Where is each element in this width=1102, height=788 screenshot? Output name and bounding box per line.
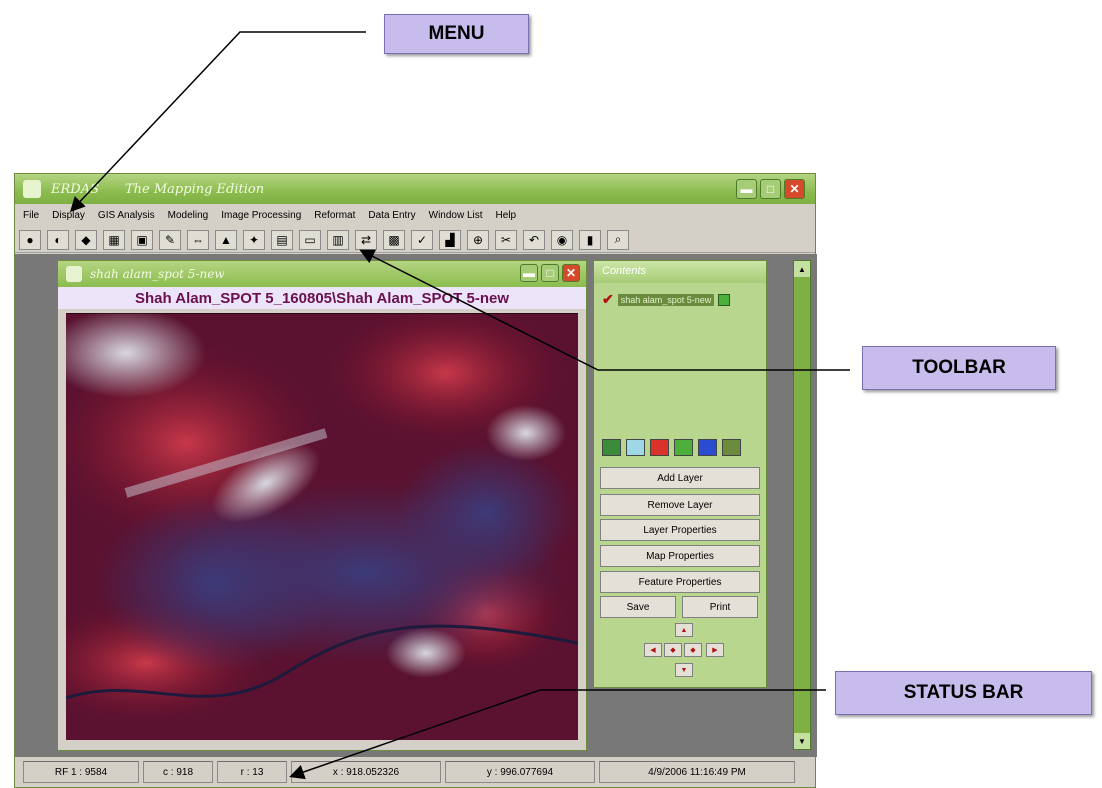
menu-modeling[interactable]: Modeling bbox=[168, 210, 209, 221]
scroll-up-icon[interactable]: ▲ bbox=[794, 261, 810, 277]
open-folder-icon[interactable]: ◐ bbox=[47, 229, 69, 250]
move-icon[interactable]: ✦ bbox=[243, 229, 265, 250]
zoom-in-icon[interactable]: ◆ bbox=[664, 643, 682, 657]
toolbar: ● ◐ ◆ ▦ ▣ ✎ ⇔ ▲ ✦ ▤ ▭ ▥ ⇄ ▩ ✓ ▟ ⊕ ✂ ↶ ◉ ▮ ⌕ bbox=[15, 227, 815, 253]
map-icon[interactable]: ▥ bbox=[327, 229, 349, 250]
navigation-pad: ▲ ◀ ◆ ◆ ▶ ▼ bbox=[644, 623, 724, 681]
image-caption: Shah Alam_SPOT 5_160805\Shah Alam_SPOT 5… bbox=[58, 287, 586, 309]
color-swatch-0[interactable] bbox=[602, 439, 621, 456]
color-swatch-4[interactable] bbox=[698, 439, 717, 456]
viewer-minimize-icon[interactable]: ▬ bbox=[520, 264, 538, 282]
undo-icon[interactable]: ↶ bbox=[523, 229, 545, 250]
color-swatch-1[interactable] bbox=[626, 439, 645, 456]
checkmark-icon[interactable]: ✔ bbox=[602, 291, 614, 308]
viewer-title: shah alam_spot 5-new bbox=[90, 267, 225, 281]
satellite-image[interactable] bbox=[66, 313, 578, 740]
toolbar-callout: TOOLBAR bbox=[862, 346, 1056, 390]
menu-image-processing[interactable]: Image Processing bbox=[221, 210, 301, 221]
remove-layer-button[interactable]: Remove Layer bbox=[600, 494, 760, 516]
menu-gis-analysis[interactable]: GIS Analysis bbox=[98, 210, 155, 221]
viewer-window: shah alam_spot 5-new ▬ □ ✕ Shah Alam_SPO… bbox=[57, 260, 587, 751]
layer-visibility-icon[interactable] bbox=[718, 293, 731, 306]
maximize-icon[interactable]: □ bbox=[760, 179, 781, 199]
color-swatch-3[interactable] bbox=[674, 439, 693, 456]
save-button[interactable]: Save bbox=[600, 596, 676, 618]
app-icon bbox=[23, 180, 41, 198]
query-icon[interactable]: ✓ bbox=[411, 229, 433, 250]
scissors-icon[interactable]: ✂ bbox=[495, 229, 517, 250]
eye-icon[interactable]: ◉ bbox=[551, 229, 573, 250]
status-row: r : 13 bbox=[217, 761, 287, 783]
contents-title: Contents bbox=[594, 261, 766, 283]
menu-window-list[interactable]: Window List bbox=[429, 210, 483, 221]
contents-panel: Contents ✔ shah alam_spot 5-new Add Laye… bbox=[593, 260, 767, 688]
tank-icon[interactable]: ▲ bbox=[215, 229, 237, 250]
viewer-icon[interactable]: ▤ bbox=[271, 229, 293, 250]
menu-callout: MENU bbox=[384, 14, 529, 54]
menu-help[interactable]: Help bbox=[496, 210, 517, 221]
menu-bar: File Display GIS Analysis Modeling Image… bbox=[15, 204, 815, 226]
menu-display[interactable]: Display bbox=[52, 210, 85, 221]
rectangle-icon[interactable]: ▭ bbox=[299, 229, 321, 250]
status-x: x : 918.052326 bbox=[291, 761, 441, 783]
menu-data-entry[interactable]: Data Entry bbox=[368, 210, 415, 221]
zoom-out-icon[interactable]: ◆ bbox=[684, 643, 702, 657]
viewer-close-icon[interactable]: ✕ bbox=[562, 264, 580, 282]
map-properties-button[interactable]: Map Properties bbox=[600, 545, 760, 567]
close-icon[interactable]: ✕ bbox=[784, 179, 805, 199]
pan-down-icon[interactable]: ▼ bbox=[675, 663, 693, 677]
pan-up-icon[interactable]: ▲ bbox=[675, 623, 693, 637]
app-title-left: ERDAS bbox=[51, 181, 99, 197]
workspace: shah alam_spot 5-new ▬ □ ✕ Shah Alam_SPO… bbox=[15, 254, 817, 757]
layers-icon[interactable]: ▣ bbox=[131, 229, 153, 250]
leaf-icon[interactable]: ◆ bbox=[75, 229, 97, 250]
viewer-title-bar[interactable]: shah alam_spot 5-new ▬ □ ✕ bbox=[58, 261, 586, 287]
status-bar: RF 1 : 9584 c : 918 r : 13 x : 918.05232… bbox=[15, 757, 815, 787]
color-swatch-2[interactable] bbox=[650, 439, 669, 456]
search-icon[interactable]: ⌕ bbox=[607, 229, 629, 250]
status-datetime: 4/9/2006 11:16:49 PM bbox=[599, 761, 795, 783]
print-button[interactable]: Print bbox=[682, 596, 758, 618]
status-rf: RF 1 : 9584 bbox=[23, 761, 139, 783]
globe-icon[interactable]: ● bbox=[19, 229, 41, 250]
title-bar[interactable]: ERDAS The Mapping Edition ▬ □ ✕ bbox=[15, 174, 815, 204]
swap-icon[interactable]: ⇔ bbox=[187, 229, 209, 250]
viewer-icon bbox=[66, 266, 82, 282]
color-swatch-5[interactable] bbox=[722, 439, 741, 456]
link-icon[interactable]: ⇄ bbox=[355, 229, 377, 250]
menu-file[interactable]: File bbox=[23, 210, 39, 221]
vertical-scrollbar[interactable]: ▲ ▼ bbox=[793, 260, 811, 750]
bar-chart-icon[interactable]: ▮ bbox=[579, 229, 601, 250]
scroll-down-icon[interactable]: ▼ bbox=[794, 733, 810, 749]
add-layer-button[interactable]: Add Layer bbox=[600, 467, 760, 489]
vector-icon[interactable]: ✎ bbox=[159, 229, 181, 250]
chart-icon[interactable]: ▟ bbox=[439, 229, 461, 250]
status-y: y : 996.077694 bbox=[445, 761, 595, 783]
viewer-maximize-icon[interactable]: □ bbox=[541, 264, 559, 282]
feature-properties-button[interactable]: Feature Properties bbox=[600, 571, 760, 593]
pan-right-icon[interactable]: ▶ bbox=[706, 643, 724, 657]
status-bar-callout: STATUS BAR bbox=[835, 671, 1092, 715]
table-icon[interactable]: ▩ bbox=[383, 229, 405, 250]
target-icon[interactable]: ⊕ bbox=[467, 229, 489, 250]
layer-name: shah alam_spot 5-new bbox=[617, 293, 715, 306]
minimize-icon[interactable]: ▬ bbox=[736, 179, 757, 199]
app-title-right: The Mapping Edition bbox=[125, 181, 265, 197]
pan-left-icon[interactable]: ◀ bbox=[644, 643, 662, 657]
menu-reformat[interactable]: Reformat bbox=[314, 210, 355, 221]
color-palette bbox=[602, 439, 741, 456]
status-column: c : 918 bbox=[143, 761, 213, 783]
app-window: ERDAS The Mapping Edition ▬ □ ✕ File Dis… bbox=[14, 173, 817, 788]
layer-row[interactable]: ✔ shah alam_spot 5-new bbox=[594, 283, 766, 308]
layer-properties-button[interactable]: Layer Properties bbox=[600, 519, 760, 541]
grid-icon[interactable]: ▦ bbox=[103, 229, 125, 250]
